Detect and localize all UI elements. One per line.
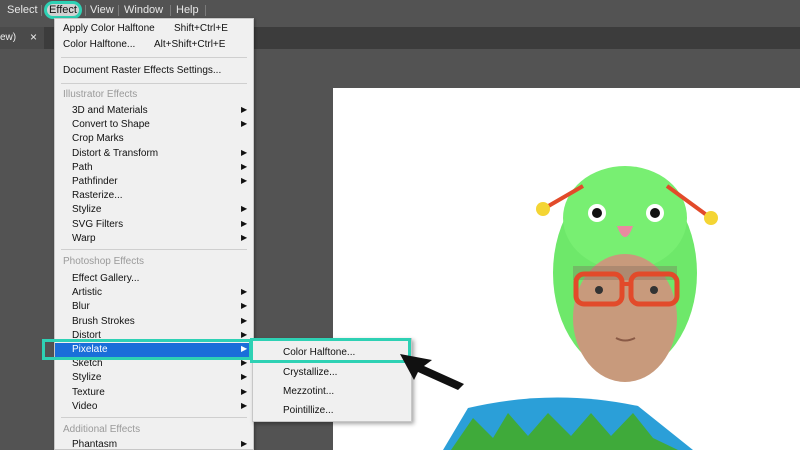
menu-separator (61, 57, 247, 58)
menu-item-label: Path (72, 161, 93, 173)
pointer-arrow-icon (400, 354, 464, 390)
menu-item-label: Distort & Transform (72, 147, 159, 159)
chevron-right-icon: ▶ (241, 161, 248, 171)
menu-separator (61, 417, 247, 418)
chevron-right-icon: ▶ (241, 439, 248, 448)
menu-item-label: Pathfinder (72, 176, 118, 187)
menu-item-pathfinder[interactable]: Pathfinder ▶ (55, 175, 253, 189)
menu-item-color-halftone[interactable]: Color Halftone... Alt+Shift+Ctrl+E (55, 38, 253, 52)
menu-item-blur[interactable]: Blur ▶ (55, 300, 253, 314)
menu-bar: Select Effect View Window Help (0, 0, 800, 20)
chevron-right-icon: ▶ (241, 287, 248, 297)
menu-category-additional-effects: Additional Effects (55, 423, 253, 437)
menu-item-label: Crop Marks (72, 133, 124, 145)
menu-item-label: Video (72, 400, 98, 412)
chevron-right-icon: ▶ (241, 315, 248, 325)
menu-divider (170, 5, 171, 16)
menu-item-label: Rasterize... (72, 190, 123, 202)
chevron-right-icon: ▶ (241, 105, 248, 114)
chevron-right-icon: ▶ (241, 400, 248, 410)
menu-item-label: Artistic (72, 287, 102, 299)
menu-item-label: Phantasm (72, 439, 118, 450)
menu-view[interactable]: View (90, 0, 114, 20)
submenu-item-pointillize[interactable]: Pointillize... (283, 405, 334, 416)
menu-category-illustrator-effects: Illustrator Effects (55, 88, 253, 102)
menu-divider (85, 5, 86, 16)
menu-item-label: Brush Strokes (72, 315, 135, 327)
menu-item-stylize[interactable]: Stylize ▶ (55, 203, 253, 217)
menu-item-label: Color Halftone... (63, 39, 136, 50)
menu-item-phantasm[interactable]: Phantasm ▶ (55, 438, 253, 450)
document-tab-label: ew) (0, 32, 17, 43)
menu-item-texture[interactable]: Texture ▶ (55, 386, 253, 400)
menu-item-shortcut: Shift+Ctrl+E (174, 23, 228, 34)
menu-select[interactable]: Select (7, 0, 38, 20)
menu-item-shortcut: Alt+Shift+Ctrl+E (154, 39, 226, 50)
menu-item-svg-filters[interactable]: SVG Filters ▶ (55, 218, 253, 232)
menu-category-label: Photoshop Effects (63, 256, 144, 267)
chevron-right-icon: ▶ (241, 301, 248, 311)
menu-effect[interactable]: Effect (44, 1, 82, 19)
pixelate-callout-frame (42, 339, 252, 360)
chevron-right-icon: ▶ (241, 372, 248, 382)
chevron-right-icon: ▶ (241, 204, 248, 214)
effect-menu-dropdown: Apply Color Halftone Shift+Ctrl+E Color … (54, 18, 254, 450)
menu-item-brush-strokes[interactable]: Brush Strokes ▶ (55, 315, 253, 329)
menu-category-label: Additional Effects (63, 424, 141, 435)
menu-separator (61, 249, 247, 250)
menu-separator (61, 83, 247, 84)
document-tab[interactable]: ew) × (0, 27, 44, 49)
menu-item-label: Stylize (72, 204, 102, 216)
submenu-item-crystallize[interactable]: Crystallize... (283, 367, 337, 378)
submenu-item-mezzotint[interactable]: Mezzotint... (283, 386, 334, 397)
menu-item-convert-to-shape[interactable]: Convert to Shape ▶ (55, 118, 253, 132)
chevron-right-icon: ▶ (241, 119, 248, 129)
menu-help[interactable]: Help (176, 0, 199, 20)
chevron-right-icon: ▶ (241, 176, 248, 185)
menu-item-3d-and-materials[interactable]: 3D and Materials ▶ (55, 104, 253, 118)
menu-item-video[interactable]: Video ▶ (55, 400, 253, 414)
menu-item-label: Apply Color Halftone (63, 23, 155, 34)
menu-item-label: Convert to Shape (72, 119, 150, 131)
menu-item-distort-transform[interactable]: Distort & Transform ▶ (55, 147, 253, 161)
menu-window[interactable]: Window (124, 0, 163, 20)
menu-item-path[interactable]: Path ▶ (55, 161, 253, 175)
menu-item-stylize[interactable]: Stylize ▶ (55, 371, 253, 385)
menu-item-rasterize[interactable]: Rasterize... (55, 189, 253, 203)
menu-item-crop-marks[interactable]: Crop Marks (55, 132, 253, 146)
menu-item-label: Effect Gallery... (72, 273, 140, 284)
menu-item-label: Blur (72, 301, 90, 313)
chevron-right-icon: ▶ (241, 147, 248, 157)
chevron-right-icon: ▶ (241, 218, 248, 228)
menu-item-label: Document Raster Effects Settings... (63, 65, 222, 76)
chevron-right-icon: ▶ (241, 386, 248, 396)
menu-category-photoshop-effects: Photoshop Effects (55, 255, 253, 269)
menu-divider (205, 5, 206, 16)
menu-item-apply-color-halftone[interactable]: Apply Color Halftone Shift+Ctrl+E (55, 22, 253, 36)
menu-divider (41, 5, 42, 16)
menu-category-label: Illustrator Effects (63, 89, 138, 100)
menu-item-warp[interactable]: Warp ▶ (55, 232, 253, 246)
menu-item-artistic[interactable]: Artistic ▶ (55, 286, 253, 300)
menu-item-document-raster-effects-settings[interactable]: Document Raster Effects Settings... (55, 64, 253, 78)
menu-item-label: 3D and Materials (72, 105, 148, 116)
chevron-right-icon: ▶ (241, 232, 248, 242)
menu-item-label: Texture (72, 386, 105, 398)
menu-item-label: SVG Filters (72, 218, 124, 230)
menu-item-label: Stylize (72, 372, 102, 384)
menu-item-label: Warp (72, 232, 96, 244)
menu-item-effect-gallery[interactable]: Effect Gallery... (55, 272, 253, 286)
chevron-right-icon: ▶ (241, 329, 248, 339)
menu-divider (118, 5, 119, 16)
color-halftone-callout-frame (250, 338, 411, 363)
close-icon[interactable]: × (30, 30, 37, 44)
